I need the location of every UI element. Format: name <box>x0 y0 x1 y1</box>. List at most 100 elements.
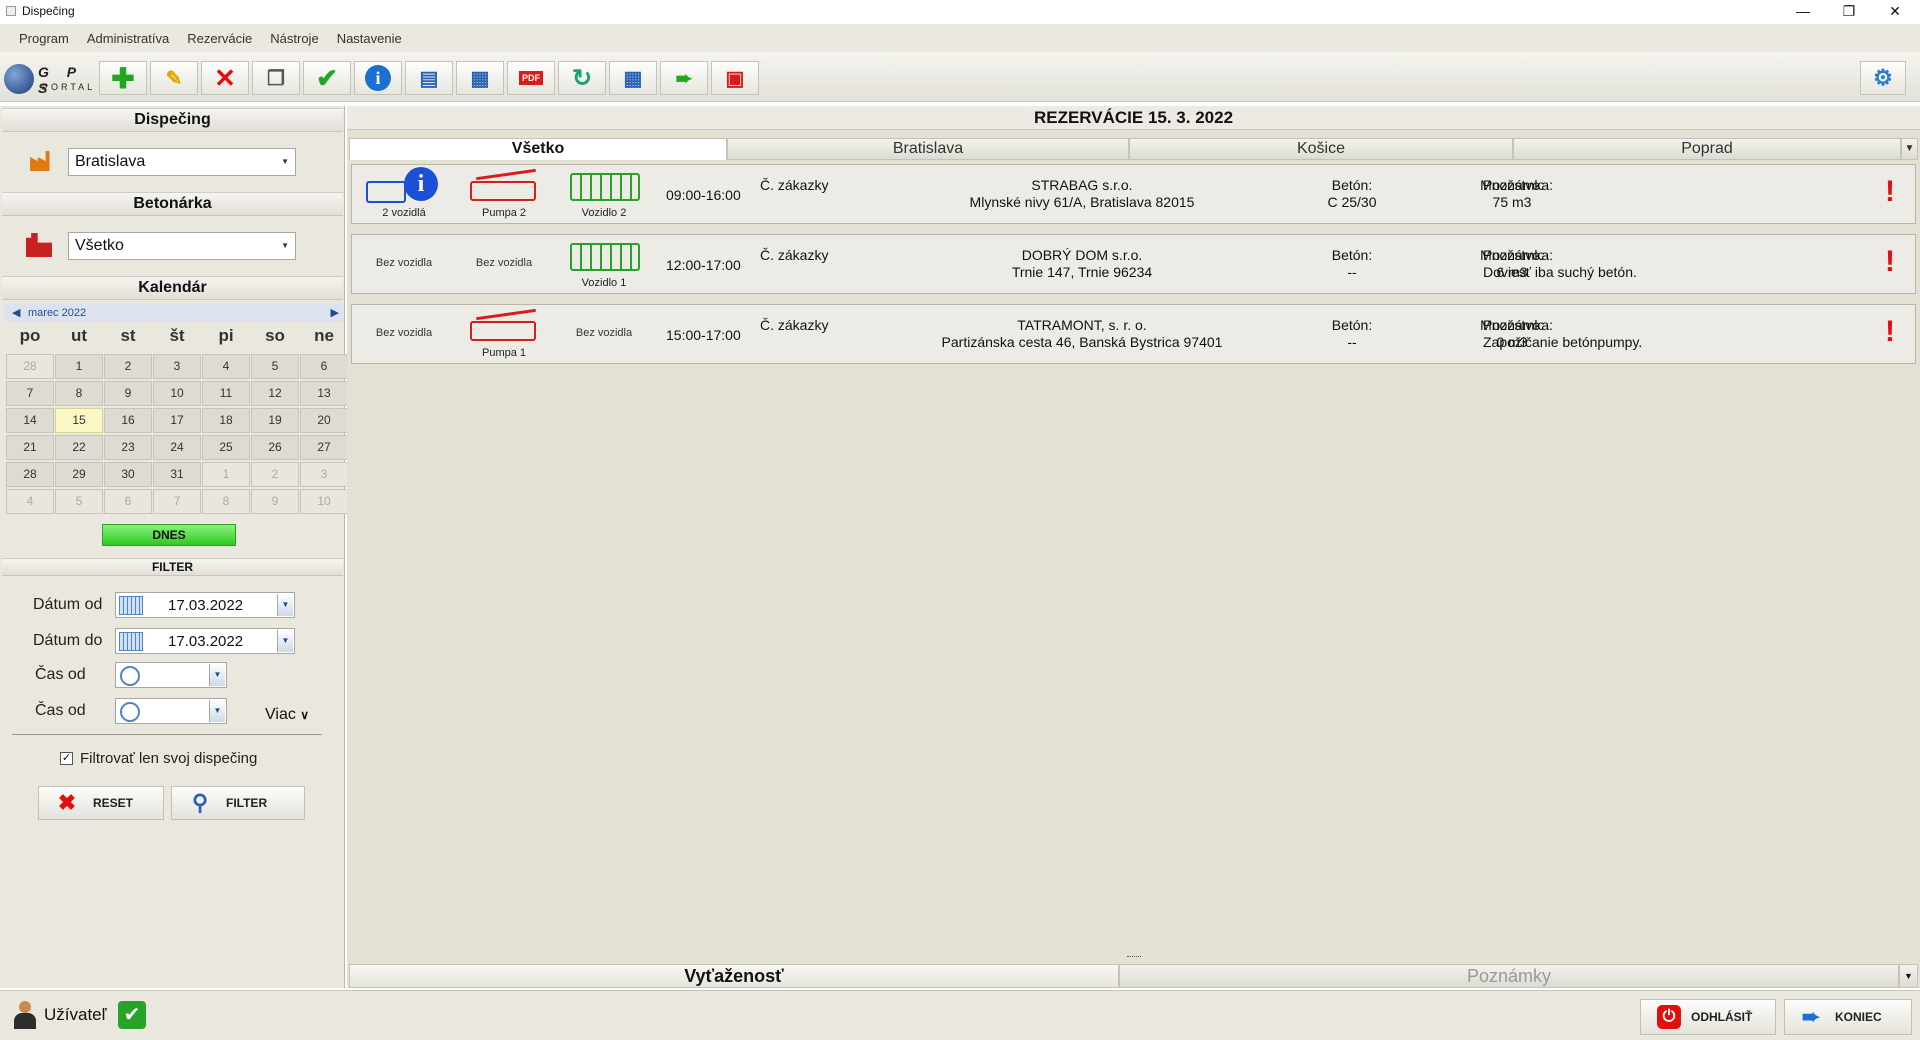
menu-administrativa[interactable]: Administratíva <box>87 31 169 46</box>
export-button[interactable]: ▤ <box>405 61 453 95</box>
calendar-day[interactable]: 26 <box>251 435 299 460</box>
calendar-day[interactable]: 30 <box>104 462 152 487</box>
import-button[interactable]: ▦ <box>456 61 504 95</box>
calendar-day[interactable]: 13 <box>300 381 348 406</box>
calendar-day[interactable]: 9 <box>251 489 299 514</box>
datum-do-picker[interactable]: 17.03.2022 ▼ <box>115 628 295 654</box>
exit-door-button[interactable]: ➨ <box>660 61 708 95</box>
calendar-day[interactable]: 17 <box>153 408 201 433</box>
calendar-day[interactable]: 28 <box>6 354 54 379</box>
restore-icon[interactable]: ❐ <box>1826 0 1872 22</box>
calendar-day[interactable]: 6 <box>104 489 152 514</box>
pump-slot[interactable]: Pumpa 1 <box>456 305 552 359</box>
calendar-day[interactable]: 18 <box>202 408 250 433</box>
info-button[interactable]: i <box>354 61 402 95</box>
tabs-dropdown-icon[interactable]: ▼ <box>1901 138 1918 160</box>
chevron-down-icon[interactable]: ▼ <box>209 664 225 686</box>
bottom-tabs-dropdown-icon[interactable]: ▼ <box>1899 964 1918 988</box>
close-icon[interactable]: ✕ <box>1872 0 1918 22</box>
dispecing-select[interactable]: Bratislava ▼ <box>68 148 296 176</box>
calendar-day[interactable]: 28 <box>6 462 54 487</box>
chevron-down-icon[interactable]: ▼ <box>209 700 225 722</box>
menu-nastavenie[interactable]: Nastavenie <box>337 31 402 46</box>
calendar-day[interactable]: 20 <box>300 408 348 433</box>
exit-button[interactable]: ➨ KONIEC <box>1784 999 1912 1035</box>
calendar-day[interactable]: 27 <box>300 435 348 460</box>
slot-label[interactable]: Bez vozidla <box>356 327 452 339</box>
reset-button[interactable]: ✖ RESET <box>38 786 164 820</box>
calendar-day[interactable]: 29 <box>55 462 103 487</box>
calendar-day[interactable]: 8 <box>55 381 103 406</box>
betonarka-select[interactable]: Všetko ▼ <box>68 232 296 260</box>
calendar-day[interactable]: 25 <box>202 435 250 460</box>
calendar-day[interactable]: 4 <box>202 354 250 379</box>
calendar-day[interactable]: 2 <box>104 354 152 379</box>
vehicle-slot[interactable]: i 2 vozidlá <box>356 165 452 219</box>
calendar-day[interactable]: 3 <box>300 462 348 487</box>
logout-button[interactable]: ⏻ ODHLÁSIŤ <box>1640 999 1776 1035</box>
user-label[interactable]: Užívateľ <box>44 1005 107 1025</box>
add-button[interactable]: ✚ <box>99 61 147 95</box>
pdf-button[interactable]: PDF <box>507 61 555 95</box>
slot-label[interactable]: Bez vozidla <box>356 257 452 269</box>
calendar-day[interactable]: 16 <box>104 408 152 433</box>
calendar-day[interactable]: 2 <box>251 462 299 487</box>
calendar-event-button[interactable]: ▣ <box>711 61 759 95</box>
calendar-day[interactable]: 4 <box>6 489 54 514</box>
tab-vsetko[interactable]: Všetko <box>349 138 727 160</box>
copy-button[interactable]: ❐ <box>252 61 300 95</box>
calendar-day[interactable]: 7 <box>6 381 54 406</box>
more-toggle[interactable]: Viac ∨ <box>265 706 309 724</box>
calendar-day[interactable]: 7 <box>153 489 201 514</box>
tab-poprad[interactable]: Poprad <box>1513 138 1901 160</box>
slot-label[interactable]: Bez vozidla <box>456 257 552 269</box>
slot-label[interactable]: Bez vozidla <box>556 327 652 339</box>
datum-od-picker[interactable]: 17.03.2022 ▼ <box>115 592 295 618</box>
tab-kosice[interactable]: Košice <box>1129 138 1513 160</box>
refresh-button[interactable]: ↻ <box>558 61 606 95</box>
calendar-button[interactable]: ▦ <box>609 61 657 95</box>
own-dispatch-checkbox[interactable]: ✓ <box>60 752 73 765</box>
calendar-day[interactable]: 5 <box>251 354 299 379</box>
calendar-day[interactable]: 23 <box>104 435 152 460</box>
tab-poznamky[interactable]: Poznámky <box>1119 964 1899 988</box>
chevron-down-icon[interactable]: ▼ <box>277 594 293 616</box>
cas-do-picker[interactable]: ▼ <box>115 698 227 724</box>
delete-button[interactable]: ✕ <box>201 61 249 95</box>
menu-rezervacie[interactable]: Rezervácie <box>187 31 252 46</box>
tab-vytazenost[interactable]: Vyťaženosť <box>349 964 1119 988</box>
calendar-day[interactable]: 9 <box>104 381 152 406</box>
calendar-day[interactable]: 22 <box>55 435 103 460</box>
filter-button[interactable]: ⚲ FILTER <box>171 786 305 820</box>
cas-od-picker[interactable]: ▼ <box>115 662 227 688</box>
pump-slot[interactable]: Pumpa 2 <box>456 165 552 219</box>
chevron-down-icon[interactable]: ▼ <box>277 630 293 652</box>
today-button[interactable]: DNES <box>102 524 236 546</box>
truck-slot[interactable]: Vozidlo 2 <box>556 165 652 219</box>
calendar-day[interactable]: 31 <box>153 462 201 487</box>
calendar-day[interactable]: 10 <box>300 489 348 514</box>
calendar-day[interactable]: 8 <box>202 489 250 514</box>
calendar-day[interactable]: 6 <box>300 354 348 379</box>
prev-month-icon[interactable]: ◀ <box>12 304 20 322</box>
truck-slot[interactable]: Vozidlo 1 <box>556 235 652 289</box>
splitter-handle[interactable] <box>1127 956 1141 959</box>
reservation-row[interactable]: i 2 vozidlá Pumpa 2 Vozidlo 2 09:00-16:0… <box>351 164 1916 224</box>
calendar-day[interactable]: 12 <box>251 381 299 406</box>
tab-bratislava[interactable]: Bratislava <box>727 138 1129 160</box>
reservation-row[interactable]: Bez vozidla Pumpa 1 Bez vozidla 15:00-17… <box>351 304 1916 364</box>
calendar-day[interactable]: 10 <box>153 381 201 406</box>
calendar-day[interactable]: 19 <box>251 408 299 433</box>
calendar-day[interactable]: 1 <box>55 354 103 379</box>
menu-program[interactable]: Program <box>19 31 69 46</box>
calendar-day[interactable]: 24 <box>153 435 201 460</box>
edit-button[interactable]: ✎ <box>150 61 198 95</box>
calendar-day[interactable]: 3 <box>153 354 201 379</box>
next-month-icon[interactable]: ▶ <box>331 304 339 322</box>
menu-nastroje[interactable]: Nástroje <box>270 31 318 46</box>
calendar-day[interactable]: 15 <box>55 408 103 433</box>
calendar-day[interactable]: 1 <box>202 462 250 487</box>
calendar-day[interactable]: 21 <box>6 435 54 460</box>
calendar-day[interactable]: 11 <box>202 381 250 406</box>
calendar-day[interactable]: 5 <box>55 489 103 514</box>
